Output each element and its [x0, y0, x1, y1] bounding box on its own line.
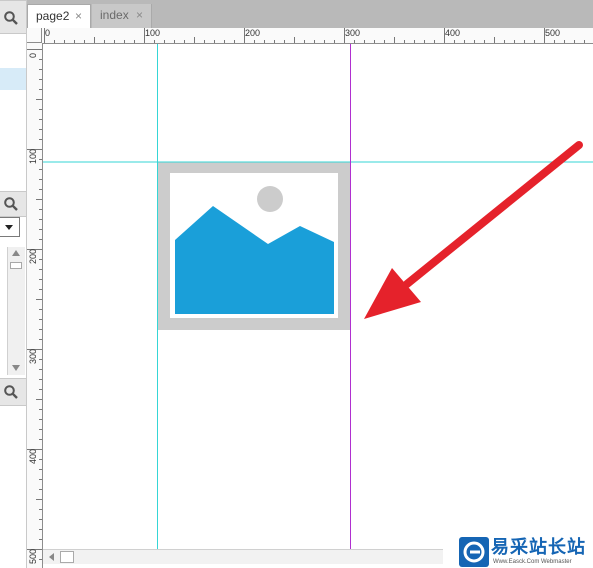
top-ruler: 0 100 200 300 400 500: [42, 28, 593, 44]
ruler-label: 0: [45, 28, 51, 38]
scroll-up-icon[interactable]: [12, 250, 20, 256]
chevron-down-icon: [5, 225, 13, 230]
left-panel-selected-item[interactable]: [0, 68, 26, 90]
watermark-subtitle: Www.Easck.Com Webmaster: [493, 559, 572, 565]
horizontal-scrollbar[interactable]: [43, 549, 443, 564]
ruler-label: 400: [28, 448, 38, 464]
left-panel-section-header-2: [0, 378, 26, 406]
tab-bar: page2 × index ×: [27, 0, 593, 28]
design-canvas[interactable]: [43, 44, 593, 549]
close-icon[interactable]: ×: [136, 4, 143, 27]
ruler-label: 400: [445, 28, 461, 38]
ruler-label: 300: [345, 28, 361, 38]
scroll-thumb[interactable]: [10, 262, 22, 269]
annotation-arrow: [364, 141, 583, 319]
sun-icon: [257, 186, 283, 212]
left-panel: [0, 0, 27, 568]
image-placeholder[interactable]: [158, 162, 350, 330]
scroll-thumb[interactable]: [60, 551, 74, 563]
tab-label: index: [100, 8, 129, 22]
search-icon[interactable]: [3, 384, 19, 400]
left-panel-section-header: [0, 191, 26, 217]
logo-icon: [459, 537, 489, 567]
search-icon[interactable]: [3, 196, 19, 212]
ruler-label: 300: [28, 348, 38, 364]
left-panel-header: [0, 0, 26, 34]
ruler-label: 500: [28, 548, 38, 564]
ruler-label: 200: [245, 28, 261, 38]
ruler-label: 200: [28, 248, 38, 264]
scroll-down-icon[interactable]: [12, 365, 20, 371]
tab-index[interactable]: index ×: [92, 4, 152, 28]
tab-page2[interactable]: page2 ×: [27, 4, 91, 28]
search-icon[interactable]: [3, 10, 19, 26]
tab-label: page2: [36, 9, 70, 23]
ruler-label: 500: [545, 28, 561, 38]
ruler-corner: [27, 28, 42, 43]
ruler-label: 0: [28, 52, 38, 58]
left-panel-dropdown[interactable]: [0, 217, 20, 237]
left-ruler: 0 100 200 300 400 500: [27, 43, 43, 568]
scroll-left-icon[interactable]: [49, 553, 54, 561]
watermark: 易采站长站 Www.Easck.Com Webmaster: [457, 535, 593, 568]
ruler-label: 100: [145, 28, 161, 38]
close-icon[interactable]: ×: [75, 5, 82, 28]
left-panel-scrollbar[interactable]: [7, 247, 25, 375]
ruler-label: 100: [28, 148, 38, 164]
watermark-title: 易采站长站: [491, 537, 586, 557]
